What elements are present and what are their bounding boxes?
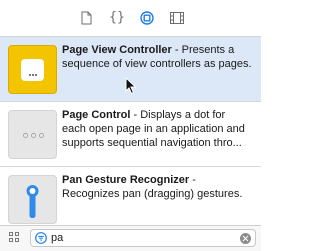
item-separator: -: [189, 174, 196, 186]
filter-field[interactable]: [30, 229, 256, 247]
file-icon: [81, 11, 91, 25]
item-title: Page View Controller: [62, 44, 172, 56]
item-separator: -: [130, 109, 141, 121]
item-title: Page Control: [62, 109, 131, 121]
item-title: Pan Gesture Recognizer: [62, 174, 190, 186]
clear-icon[interactable]: [240, 233, 251, 244]
item-separator: -: [171, 44, 182, 56]
pan-gesture-icon: [8, 175, 57, 224]
item-text: Page View Controller - Presents a sequen…: [62, 43, 252, 71]
mouse-cursor-icon: [125, 77, 137, 95]
item-text: Pan Gesture Recognizer - Recognizes pan …: [62, 173, 252, 201]
grid-view-toggle[interactable]: [9, 232, 21, 244]
media-library-tab[interactable]: [168, 9, 186, 27]
page-control-icon: [8, 110, 57, 159]
filter-bar: [0, 225, 261, 251]
page-view-controller-icon: [8, 45, 57, 94]
item-description: Recognizes pan (dragging) gestures.: [62, 188, 243, 200]
object-library-list: Page View Controller - Presents a sequen…: [0, 37, 261, 225]
media-library-icon: [170, 12, 184, 24]
item-text: Page Control - Displays a dot for each o…: [62, 108, 252, 150]
library-toolbar: {}: [0, 0, 261, 37]
filter-icon: [35, 232, 47, 244]
braces-icon: {}: [109, 10, 125, 25]
filter-input[interactable]: [51, 230, 231, 246]
object-library-icon: [140, 11, 154, 25]
list-item[interactable]: Pan Gesture Recognizer - Recognizes pan …: [0, 167, 261, 225]
list-item[interactable]: Page Control - Displays a dot for each o…: [0, 102, 261, 166]
code-snippet-tab[interactable]: {}: [108, 9, 126, 27]
file-template-tab[interactable]: [77, 9, 95, 27]
object-library-tab[interactable]: [138, 9, 156, 27]
